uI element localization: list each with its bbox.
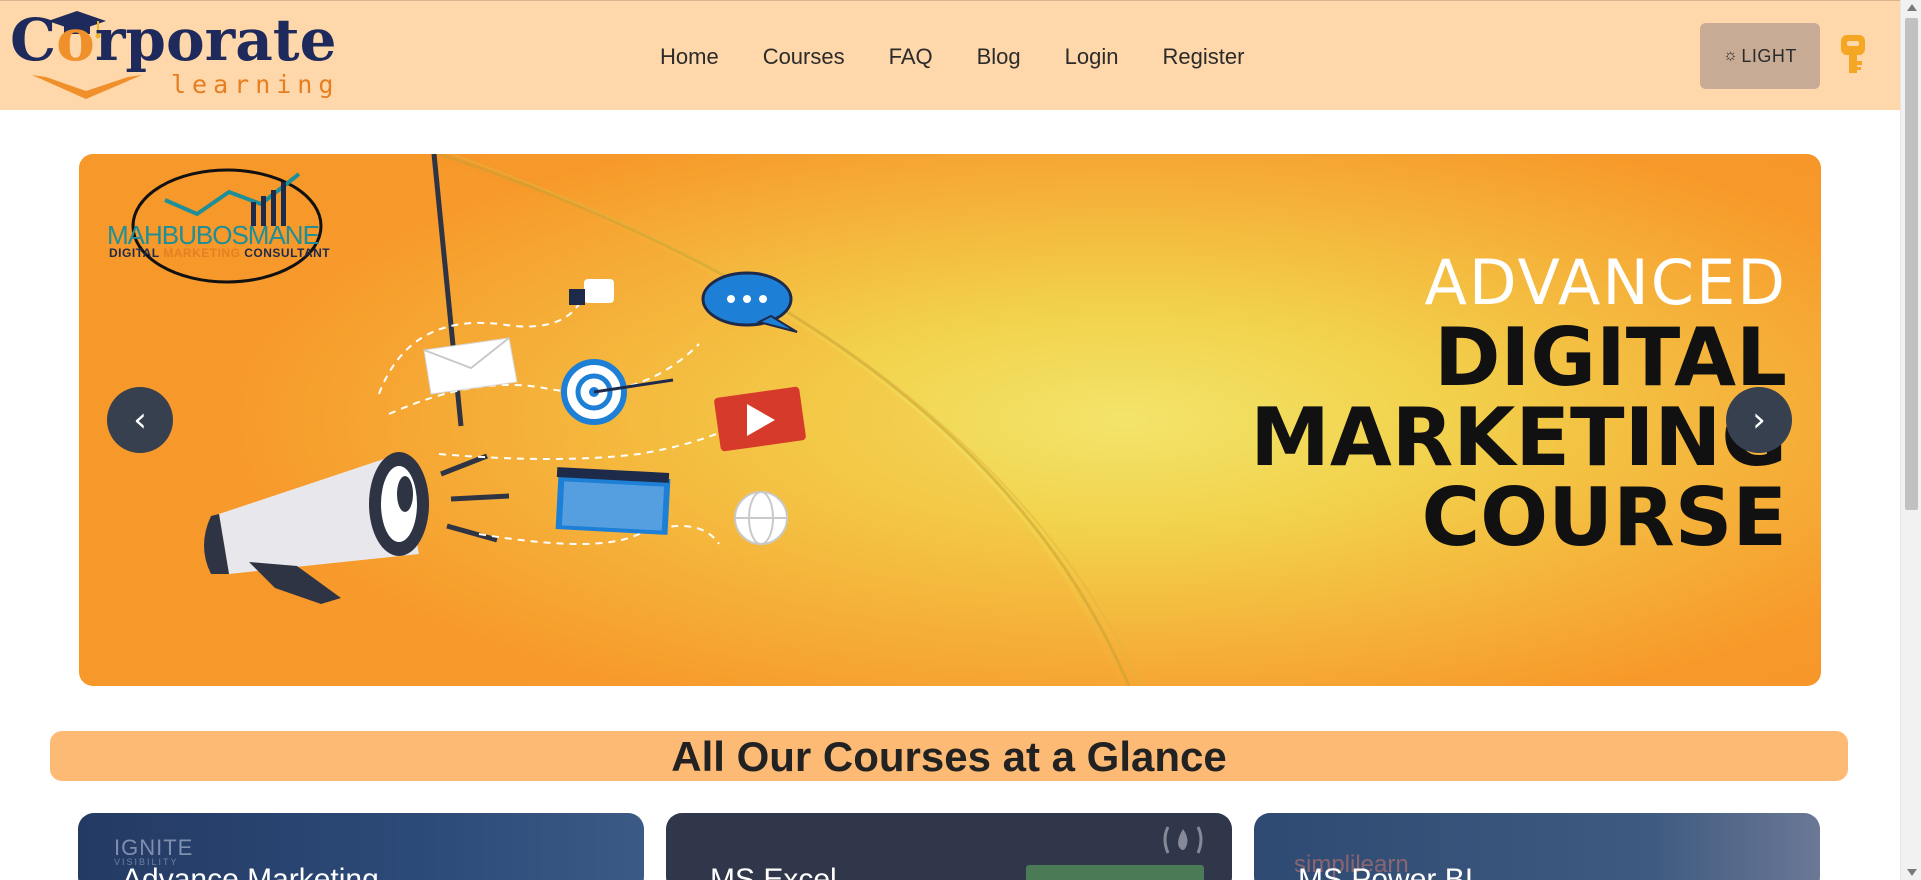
course-card-title: MS Power BI (1298, 863, 1474, 880)
slide-brand-tagline: DIGITAL MARKETING CONSULTANT (109, 246, 331, 260)
carousel-next-button[interactable]: › (1726, 387, 1792, 453)
key-icon[interactable] (1838, 33, 1868, 77)
course-card-ms-power-bi[interactable]: simplilearn MS Power BI (1254, 813, 1820, 880)
theme-toggle-button[interactable]: ☼ LIGHT (1700, 23, 1820, 89)
carousel-prev-button[interactable]: ‹ (107, 387, 173, 453)
logo-wordmark: Corporate (10, 6, 337, 74)
sun-icon: ☼ (1723, 47, 1739, 64)
main-nav: Home Courses FAQ Blog Login Register (660, 43, 1288, 71)
card-excel-preview (1026, 865, 1204, 880)
nav-login[interactable]: Login (1065, 43, 1119, 71)
globe-icon (734, 491, 788, 545)
headline-course: COURSE (1421, 471, 1787, 564)
course-card-advance-marketing[interactable]: IGNITE VISIBILITY Advance Marketing (78, 813, 644, 880)
page-scrollbar[interactable] (1900, 0, 1921, 880)
headline-marketing: MARKETING (1250, 391, 1787, 484)
slide-brand-logo: MAHBUBOSMANE DIGITAL MARKETING CONSULTAN… (93, 162, 403, 292)
nav-courses[interactable]: Courses (763, 43, 845, 71)
nav-register[interactable]: Register (1163, 43, 1245, 71)
nav-home[interactable]: Home (660, 43, 719, 71)
course-card-ms-excel[interactable]: MS Excel (666, 813, 1232, 880)
headline-advanced: ADVANCED (1424, 246, 1787, 319)
courses-section-title: All Our Courses at a Glance (50, 731, 1848, 781)
theme-toggle-label: LIGHT (1741, 45, 1797, 66)
slide-headline: ADVANCED DIGITAL MARKETING COURSE (1250, 252, 1787, 558)
hero-carousel: MAHBUBOSMANE DIGITAL MARKETING CONSULTAN… (79, 154, 1821, 686)
site-logo[interactable]: Corporate learning (8, 9, 338, 103)
logo-subtitle: learning (171, 70, 340, 99)
headline-digital: DIGITAL (1434, 311, 1787, 404)
course-card-title: Advance Marketing (122, 863, 379, 880)
nav-blog[interactable]: Blog (977, 43, 1021, 71)
scroll-thumb[interactable] (1905, 18, 1918, 510)
logo-swoosh (32, 75, 142, 99)
nav-faq[interactable]: FAQ (889, 43, 933, 71)
course-card-title: MS Excel (710, 863, 837, 880)
scroll-up-arrow-icon[interactable] (1907, 4, 1917, 11)
scroll-down-arrow-icon[interactable] (1907, 869, 1917, 876)
site-header: Corporate learning Home Courses FAQ Blog… (0, 0, 1900, 110)
freecodecamp-fire-icon (1163, 826, 1203, 854)
calendar-icon (555, 467, 671, 535)
